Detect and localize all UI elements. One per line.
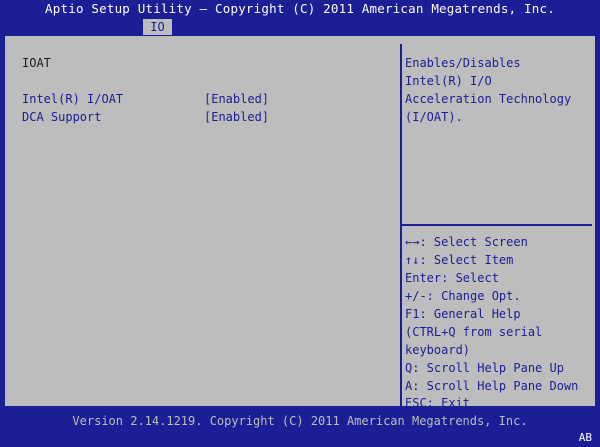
option-value-ioat[interactable]: [Enabled] [204, 92, 269, 106]
tab-io[interactable]: IO [143, 19, 172, 35]
key-hint-scroll-up: Q: Scroll Help Pane Up [405, 361, 564, 375]
key-hint-select-screen: ←→: Select Screen [405, 235, 528, 249]
option-label-dca[interactable]: DCA Support [22, 110, 101, 124]
help-text-line: Intel(R) I/O [405, 74, 492, 88]
key-hint-scroll-down: A: Scroll Help Pane Down [405, 379, 579, 393]
key-hint-esc: ESC: Exit [405, 396, 471, 410]
help-text-line: (I/OAT). [405, 110, 463, 124]
section-title: IOAT [22, 56, 51, 70]
left-right-arrows-icon: ←→ [405, 235, 420, 249]
up-down-arrows-icon: ↑↓ [405, 253, 420, 267]
key-hint-ctrl-q: (CTRL+Q from serial [405, 325, 543, 339]
pane-divider-horizontal [402, 224, 592, 226]
help-text-line: Enables/Disables [405, 56, 521, 70]
option-label-ioat[interactable]: Intel(R) I/OAT [22, 92, 123, 106]
key-hint-change-opt: +/-: Change Opt. [405, 289, 521, 303]
key-hint-keyboard: keyboard) [405, 343, 471, 357]
option-value-dca[interactable]: [Enabled] [204, 110, 269, 124]
main-panel [4, 35, 596, 407]
footer-version: Version 2.14.1219. Copyright (C) 2011 Am… [72, 414, 528, 428]
key-hint-enter: Enter: Select [405, 271, 499, 285]
app-title: Aptio Setup Utility – Copyright (C) 2011… [45, 1, 555, 16]
corner-indicator: AB [578, 431, 592, 444]
key-hint-select-item: ↑↓: Select Item [405, 253, 514, 267]
help-text-line: Acceleration Technology [405, 92, 572, 106]
key-hint-general-help: F1: General Help [405, 307, 521, 321]
